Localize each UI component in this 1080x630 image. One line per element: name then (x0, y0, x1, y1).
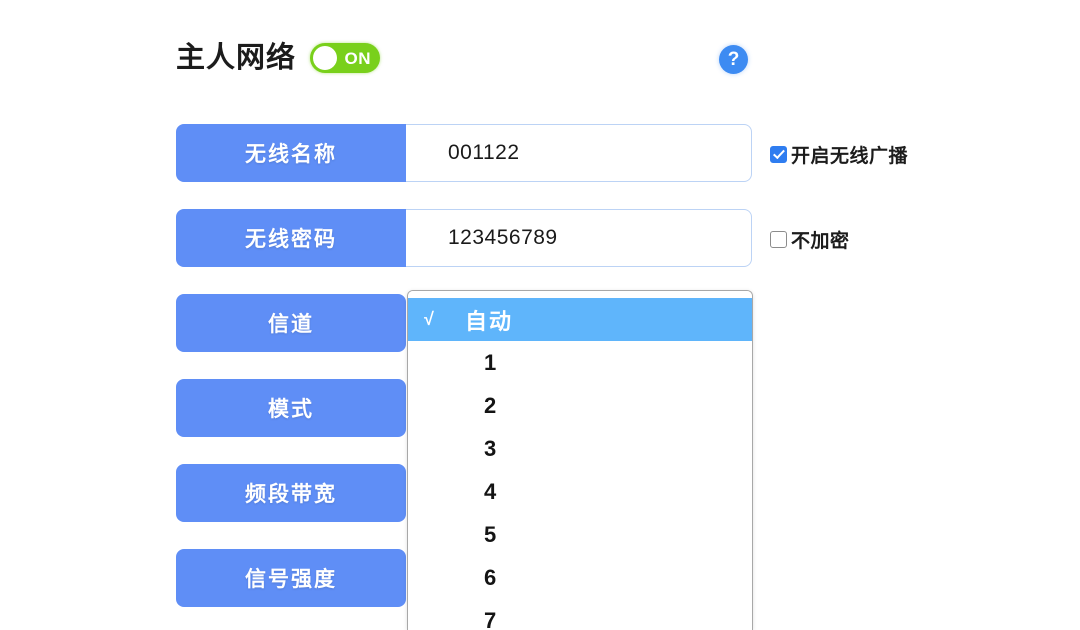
dropdown-option-label: 1 (484, 349, 497, 375)
checkbox-label-no-encryption: 不加密 (791, 231, 850, 252)
help-icon[interactable]: ? (719, 45, 748, 74)
form-label-signal-strength[interactable]: 信号强度 (176, 549, 406, 607)
dropdown-option-1[interactable]: 1 (408, 341, 752, 384)
dropdown-option-label: 7 (484, 607, 497, 630)
form-label-password: 无线密码 (176, 209, 406, 267)
dropdown-option-2[interactable]: 2 (408, 384, 752, 427)
toggle-knob (313, 46, 338, 70)
dropdown-option-4[interactable]: 4 (408, 470, 752, 513)
page-title: 主人网络 (176, 41, 297, 74)
dropdown-option-5[interactable]: 5 (408, 513, 752, 556)
form-label-bandwidth[interactable]: 频段带宽 (176, 464, 406, 522)
wireless-settings-page: 主人网络 ON ? 无线名称 001122 无线密码 123456789 信道 … (0, 0, 1080, 630)
dropdown-option-7[interactable]: 7 (408, 599, 752, 630)
ssid-input[interactable]: 001122 (406, 124, 752, 182)
dropdown-option-label: 3 (484, 435, 497, 461)
dropdown-option-3[interactable]: 3 (408, 427, 752, 470)
dropdown-option-label: 4 (484, 478, 497, 504)
dropdown-option-auto[interactable]: √ 自动 (408, 298, 752, 341)
checkbox-broadcast[interactable] (770, 146, 787, 163)
form-label-channel[interactable]: 信道 (176, 294, 406, 352)
checkbox-no-encryption[interactable] (770, 231, 787, 248)
dropdown-option-6[interactable]: 6 (408, 556, 752, 599)
page-header: 主人网络 ON (176, 36, 381, 80)
form-label-mode[interactable]: 模式 (176, 379, 406, 437)
form-row-password: 无线密码 123456789 (176, 209, 752, 267)
host-network-toggle[interactable]: ON (310, 43, 381, 73)
checkbox-label-broadcast: 开启无线广播 (791, 146, 909, 167)
dropdown-option-label: 5 (484, 521, 497, 547)
check-icon: √ (424, 309, 436, 329)
form-label-ssid: 无线名称 (176, 124, 406, 182)
checkbox-row-broadcast[interactable]: 开启无线广播 (770, 141, 908, 168)
dropdown-option-label: 2 (484, 392, 497, 418)
dropdown-top-padding (408, 291, 752, 298)
toggle-state-label: ON (344, 48, 372, 68)
password-input[interactable]: 123456789 (406, 209, 752, 267)
dropdown-option-label: 自动 (465, 308, 514, 334)
checkbox-row-no-encryption[interactable]: 不加密 (770, 226, 850, 253)
help-icon-glyph: ? (727, 48, 740, 70)
form-row-ssid: 无线名称 001122 (176, 124, 752, 182)
channel-dropdown-list[interactable]: √ 自动 1 2 3 4 5 6 7 (407, 290, 753, 630)
dropdown-option-label: 6 (484, 564, 497, 590)
